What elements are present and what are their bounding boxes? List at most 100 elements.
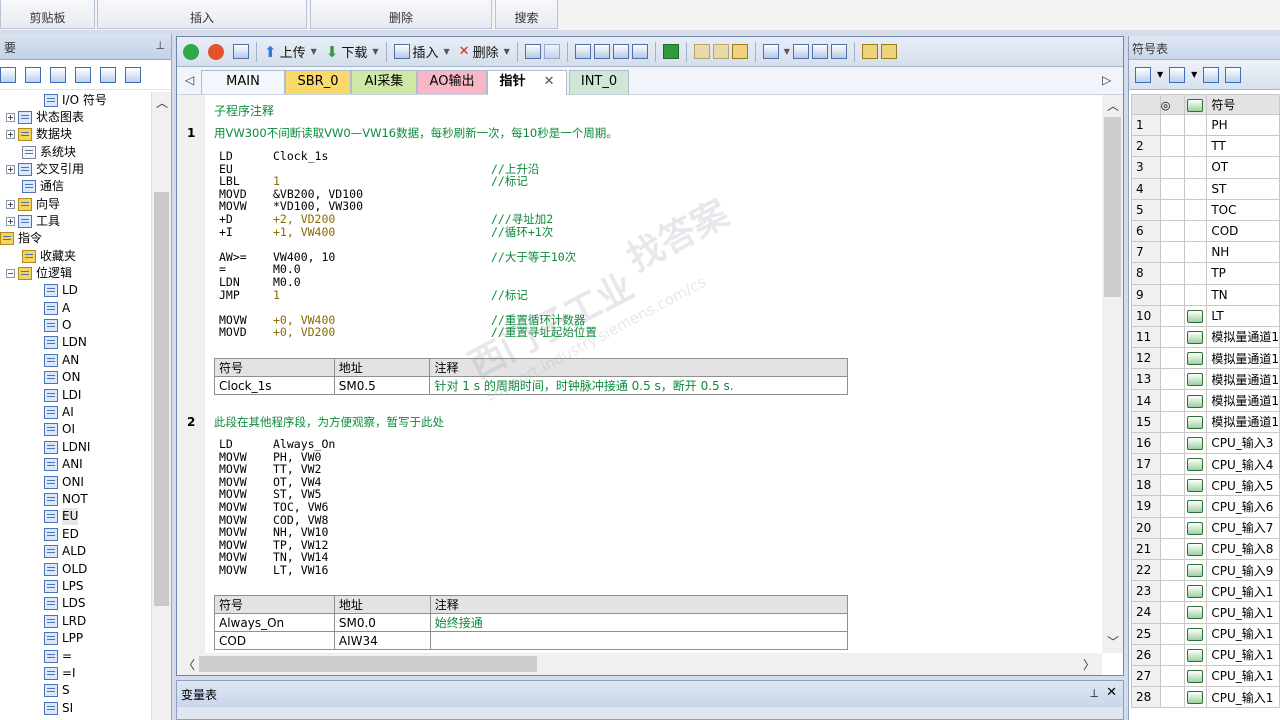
close-icon[interactable]: ✕ [539, 74, 555, 89]
lock-tools[interactable] [692, 41, 750, 63]
tab-1[interactable]: SBR_0 [285, 70, 351, 94]
table-row[interactable]: COD AIW34 [214, 631, 849, 650]
dropdown-icon[interactable]: ▼ [1157, 70, 1163, 79]
symbol-row[interactable]: 8 TP [1131, 262, 1280, 285]
tree-item[interactable]: S [44, 682, 70, 699]
symbol-row[interactable]: 1 PH [1131, 113, 1280, 137]
symbol-row[interactable]: 14 模拟量通道1 [1131, 389, 1280, 412]
symbol-row[interactable]: 28 CPU_输入1 [1131, 686, 1280, 709]
symbol-row[interactable]: 22 CPU_输入9 [1131, 558, 1280, 582]
tree-item[interactable]: EU [44, 508, 79, 525]
tab-5[interactable]: INT_0 [569, 70, 629, 94]
collapse-icon[interactable]: − [6, 269, 15, 278]
stl-code[interactable]: LD Clock_1s EU//上升沿 LBL 1//标记 MOVD &VB200, VD1… [219, 150, 597, 339]
scrollbar-thumb[interactable] [199, 656, 537, 672]
view-icon[interactable] [0, 66, 16, 83]
block-icon[interactable] [50, 66, 66, 83]
tree-item[interactable]: = [44, 648, 72, 665]
tree-item[interactable]: LPP [44, 630, 83, 647]
tab-scroll-left-icon[interactable]: ◁ [185, 73, 194, 87]
ribbon-group-delete[interactable]: 删除 [310, 0, 492, 29]
tree-item[interactable]: O [44, 317, 71, 334]
expand-icon[interactable]: + [6, 113, 15, 122]
tree-item[interactable]: OI [44, 421, 75, 438]
symbol-row[interactable]: 10 LT [1131, 304, 1280, 327]
tree-item[interactable]: LDS [44, 595, 86, 612]
view-tools[interactable]: ▼ [761, 41, 849, 63]
tree-item[interactable]: ED [44, 526, 79, 543]
ribbon-group-search[interactable]: 搜索 [495, 0, 558, 29]
tree-item[interactable]: LDNI [44, 439, 90, 456]
symbol-row[interactable]: 19 CPU_输入6 [1131, 495, 1280, 518]
symbol-row[interactable]: 26 CPU_输入1 [1131, 643, 1280, 666]
tree-item[interactable]: A [44, 300, 70, 317]
document-icon[interactable] [75, 66, 91, 83]
symbol-row[interactable]: 4 ST [1131, 177, 1280, 200]
close-icon[interactable]: ✕ [1106, 685, 1117, 700]
tree-item[interactable]: OLD [44, 561, 87, 578]
tree-item[interactable]: SI [44, 700, 73, 717]
tree-item[interactable]: LPS [44, 578, 84, 595]
symbol-row[interactable]: 27 CPU_输入1 [1131, 664, 1280, 688]
chart-icon[interactable] [1203, 66, 1220, 83]
run-button[interactable] [181, 41, 201, 63]
tree-item[interactable]: LRD [44, 613, 86, 630]
symbol-row[interactable]: 21 CPU_输入8 [1131, 537, 1280, 560]
add-icon[interactable] [1135, 66, 1151, 83]
tab-3[interactable]: AO输出 [417, 70, 487, 94]
tree-item[interactable]: + 数据块 [6, 126, 72, 143]
symbol-row[interactable]: 7 NH [1131, 241, 1280, 264]
upload-button[interactable]: ⬆ 上传 ▼ [262, 41, 319, 63]
tree-item[interactable]: + 状态图表 [6, 109, 84, 126]
symbol-row[interactable]: 15 模拟量通道1 [1131, 410, 1280, 433]
stop-button[interactable] [206, 41, 226, 63]
tree-item[interactable]: − 位逻辑 [6, 265, 72, 282]
symbol-row[interactable]: 16 CPU_输入3 [1131, 431, 1280, 455]
insert-button[interactable]: 插入 ▼ [392, 41, 452, 63]
tree-item[interactable]: 收藏夹 [22, 248, 76, 265]
expand-icon[interactable]: + [6, 217, 15, 226]
tab-0[interactable]: MAIN [201, 70, 285, 94]
symbol-row[interactable]: 20 CPU_输入7 [1131, 516, 1280, 539]
symbol-row[interactable]: 9 TN [1131, 283, 1280, 306]
tree-item[interactable]: 系统块 [22, 144, 76, 161]
table-icon[interactable] [25, 66, 41, 83]
scroll-down-icon[interactable]: ﹀ [1107, 633, 1119, 650]
tab-2[interactable]: AI采集 [351, 70, 417, 94]
scroll-up-icon[interactable]: ︿ [156, 94, 168, 111]
expand-icon[interactable]: + [6, 200, 15, 209]
symbol-row[interactable]: 11 模拟量通道1 [1131, 325, 1280, 349]
compile-button[interactable] [231, 41, 251, 63]
export-icon[interactable] [1225, 66, 1242, 83]
symbol-row[interactable]: 13 模拟量通道1 [1131, 368, 1280, 391]
key-tools[interactable] [860, 41, 899, 63]
tree-item[interactable]: NOT [44, 491, 88, 508]
symbol-row[interactable]: 23 CPU_输入1 [1131, 580, 1280, 603]
dropdown-icon[interactable]: ▼ [1191, 70, 1197, 79]
delete-button[interactable]: ✕ 删除 ▼ [457, 41, 512, 63]
symbol-row[interactable]: 12 模拟量通道1 [1131, 347, 1280, 370]
symbol-row[interactable]: 24 CPU_输入1 [1131, 601, 1280, 624]
tree-item[interactable]: 指令 [0, 230, 42, 247]
table-row[interactable]: Always_On SM0.0 始终接通 [214, 613, 849, 632]
scroll-right-icon[interactable]: 〉 [1083, 656, 1095, 673]
tree-item[interactable]: ON [44, 369, 80, 386]
tree-item[interactable]: ANI [44, 456, 83, 473]
expand-icon[interactable]: + [6, 130, 15, 139]
pin-icon[interactable]: ⊥ [1089, 687, 1099, 700]
tree-item[interactable]: ONI [44, 474, 84, 491]
network-comment[interactable]: 用VW300不间断读取VW0—VW16数据，每秒刷新一次，每10秒是一个周期。 [214, 125, 618, 141]
download-button[interactable]: ⬇ 下载 ▼ [324, 41, 381, 63]
symbol-row[interactable]: 18 CPU_输入5 [1131, 474, 1280, 497]
tree-item[interactable]: + 向导 [6, 196, 60, 213]
tree-item[interactable]: LDN [44, 334, 87, 351]
scrollbar-thumb[interactable] [154, 192, 169, 606]
tree-item[interactable]: ALD [44, 543, 86, 560]
tree-item[interactable]: + 交叉引用 [6, 161, 84, 178]
tab-4[interactable]: 指针 ✕ [487, 70, 567, 95]
symbol-row[interactable]: 25 CPU_输入1 [1131, 622, 1280, 645]
block-tools[interactable] [573, 41, 650, 63]
tree-item[interactable]: 通信 [22, 178, 64, 195]
pin-icon[interactable]: ⊥ [155, 39, 165, 52]
table-row[interactable]: Clock_1s SM0.5 针对 1 s 的周期时间，时钟脉冲接通 0.5 s，断… [214, 376, 848, 395]
